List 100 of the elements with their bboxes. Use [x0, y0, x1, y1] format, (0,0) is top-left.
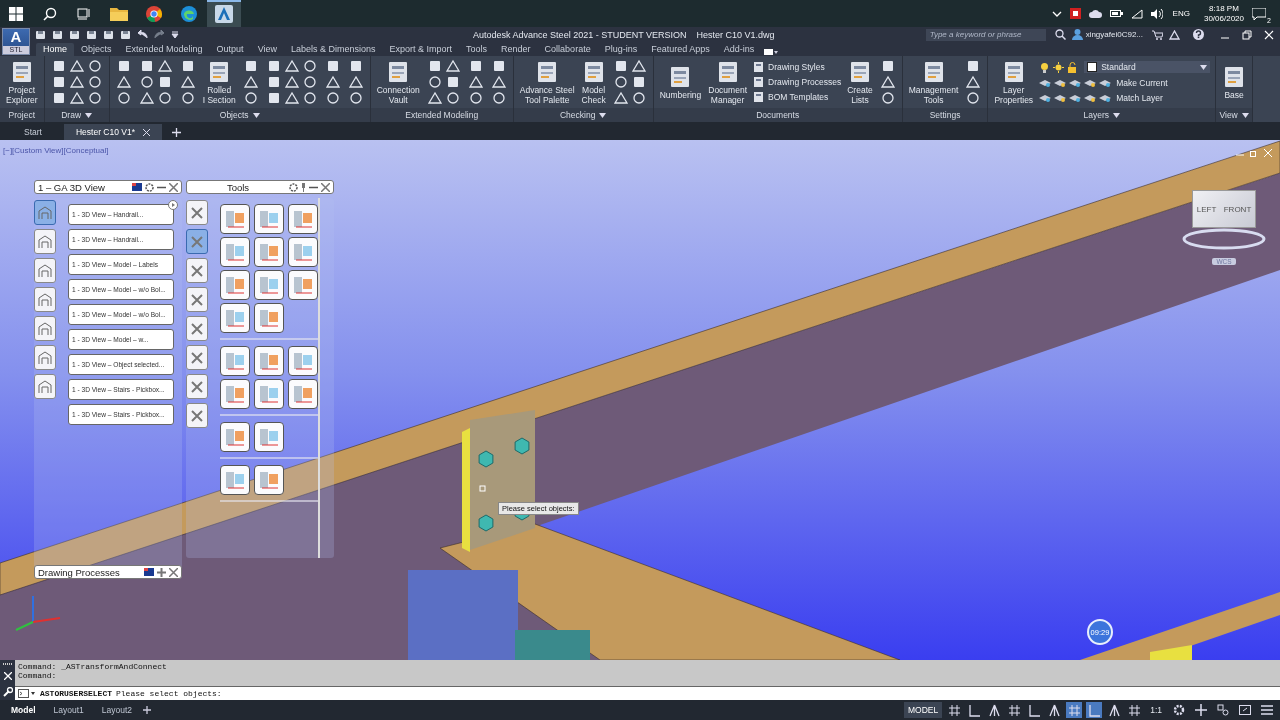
windows-start-icon[interactable]	[9, 6, 23, 21]
tool-icon[interactable]	[284, 91, 299, 105]
tool-icon[interactable]	[880, 59, 895, 73]
tool-icon[interactable]	[468, 75, 483, 89]
taskbar-app[interactable]	[207, 0, 241, 27]
palette-side-tab[interactable]	[34, 374, 56, 399]
tool-button[interactable]	[220, 465, 250, 495]
tool-button[interactable]	[220, 270, 250, 300]
settings-icon[interactable]	[289, 182, 298, 192]
user-name[interactable]: xingyafei0C92...	[1085, 30, 1143, 39]
tool-icon[interactable]	[139, 91, 154, 105]
ribbon-tab[interactable]: Featured Apps	[644, 43, 717, 56]
triangle-network-icon[interactable]	[1169, 29, 1180, 40]
tool-icon[interactable]	[613, 91, 628, 105]
layout-tab[interactable]: Model	[4, 703, 43, 717]
tool-button[interactable]	[254, 346, 284, 376]
pin-icon[interactable]	[301, 182, 306, 192]
palette-title-bar[interactable]: Drawing Processes	[34, 565, 182, 579]
tool-button[interactable]	[288, 379, 318, 409]
tool-icon[interactable]	[243, 59, 258, 73]
tool-button[interactable]	[254, 379, 284, 409]
tool-button[interactable]	[220, 237, 250, 267]
palette-side-tab[interactable]	[34, 258, 56, 283]
panel-title[interactable]: Objects	[219, 110, 249, 120]
tool-button[interactable]	[254, 303, 284, 333]
layer-action-button[interactable]: Match Layer	[1116, 92, 1163, 103]
grip-icon[interactable]	[2, 663, 13, 667]
panel-title[interactable]: Checking	[560, 110, 596, 120]
ribbon-tab[interactable]: Objects	[74, 43, 119, 56]
status-toggle-button[interactable]	[1126, 702, 1143, 718]
settings-icon[interactable]	[145, 182, 154, 192]
restore-icon[interactable]	[1250, 149, 1258, 157]
tool-button[interactable]	[288, 237, 318, 267]
restore-icon[interactable]	[1242, 29, 1252, 40]
ribbon-button[interactable]: Document Manager	[707, 58, 748, 106]
tool-icon[interactable]	[468, 91, 483, 105]
quick-access-icon[interactable]	[120, 29, 131, 40]
tool-button[interactable]	[288, 270, 318, 300]
palette-side-tab[interactable]	[186, 258, 208, 283]
palette-side-tab[interactable]	[34, 316, 56, 341]
layer-tool-icon[interactable]	[1084, 92, 1097, 103]
tool-icon[interactable]	[468, 59, 483, 73]
tool-icon[interactable]	[427, 75, 442, 89]
tool-icon[interactable]	[139, 59, 154, 73]
ribbon-list-button[interactable]: Drawing Processes	[753, 76, 842, 88]
command-input[interactable]: ASTORUSERSELECT Please select objects:	[15, 687, 1280, 700]
speaker-icon[interactable]	[1150, 8, 1163, 19]
cloud-icon[interactable]	[1088, 8, 1102, 19]
tool-icon[interactable]	[157, 75, 172, 89]
compass-ring-icon[interactable]	[1182, 228, 1266, 250]
ribbon-button[interactable]: Management Tools	[907, 58, 960, 106]
tool-button[interactable]	[254, 465, 284, 495]
tool-icon[interactable]	[325, 75, 340, 89]
layer-tool-icon[interactable]	[1069, 92, 1082, 103]
layer-tool-icon[interactable]	[1099, 92, 1112, 103]
help-icon[interactable]	[1193, 29, 1204, 40]
tool-icon[interactable]	[631, 91, 646, 105]
layer-tool-icon[interactable]	[1099, 77, 1112, 88]
palette-side-tab[interactable]	[186, 403, 208, 428]
tool-icon[interactable]	[631, 59, 646, 73]
panel-toggle-icon[interactable]	[764, 48, 779, 56]
palette-side-tab[interactable]	[186, 200, 208, 225]
ribbon-tab[interactable]: Tools	[459, 43, 495, 56]
tool-button[interactable]	[220, 422, 250, 452]
tool-icon[interactable]	[87, 91, 102, 105]
tool-icon[interactable]	[445, 75, 460, 89]
layer-tool-icon[interactable]	[1054, 77, 1067, 88]
ribbon-tab[interactable]: View	[250, 43, 284, 56]
tool-icon[interactable]	[631, 75, 646, 89]
palette-title-bar[interactable]: Tools	[186, 180, 334, 194]
palette-title-bar[interactable]: 1 – GA 3D View	[34, 180, 182, 194]
tool-button[interactable]	[254, 422, 284, 452]
tool-icon[interactable]	[116, 59, 131, 73]
tool-icon[interactable]	[302, 91, 317, 105]
tray-app-icon[interactable]	[1069, 8, 1081, 19]
tool-icon[interactable]	[180, 59, 195, 73]
ribbon-list-button[interactable]: BOM Templates	[753, 91, 842, 103]
tool-icon[interactable]	[284, 75, 299, 89]
tool-icon[interactable]	[302, 75, 317, 89]
tool-icon[interactable]	[180, 75, 195, 89]
tool-icon[interactable]	[266, 91, 281, 105]
caret-icon[interactable]	[1113, 112, 1120, 118]
tool-icon[interactable]	[243, 91, 258, 105]
user-icon[interactable]	[1071, 29, 1083, 40]
ribbon-tab[interactable]: Collaborate	[537, 43, 598, 56]
palette-side-tab[interactable]	[186, 316, 208, 341]
customize-icon[interactable]	[171, 30, 179, 39]
palette-side-tab[interactable]	[34, 345, 56, 370]
ribbon-button[interactable]: Project Explorer	[5, 58, 39, 106]
tool-icon[interactable]	[966, 75, 981, 89]
tool-icon[interactable]	[325, 91, 340, 105]
ribbon-button[interactable]: Numbering	[658, 63, 703, 101]
tool-button[interactable]	[288, 346, 318, 376]
palette-side-tab[interactable]	[186, 345, 208, 370]
tool-icon[interactable]	[266, 59, 281, 73]
tool-icon[interactable]	[613, 59, 628, 73]
tool-icon[interactable]	[613, 75, 628, 89]
caret-icon[interactable]	[85, 112, 93, 118]
layer-dropdown[interactable]: Standard	[1084, 61, 1211, 73]
layer-tool-icon[interactable]	[1054, 92, 1067, 103]
